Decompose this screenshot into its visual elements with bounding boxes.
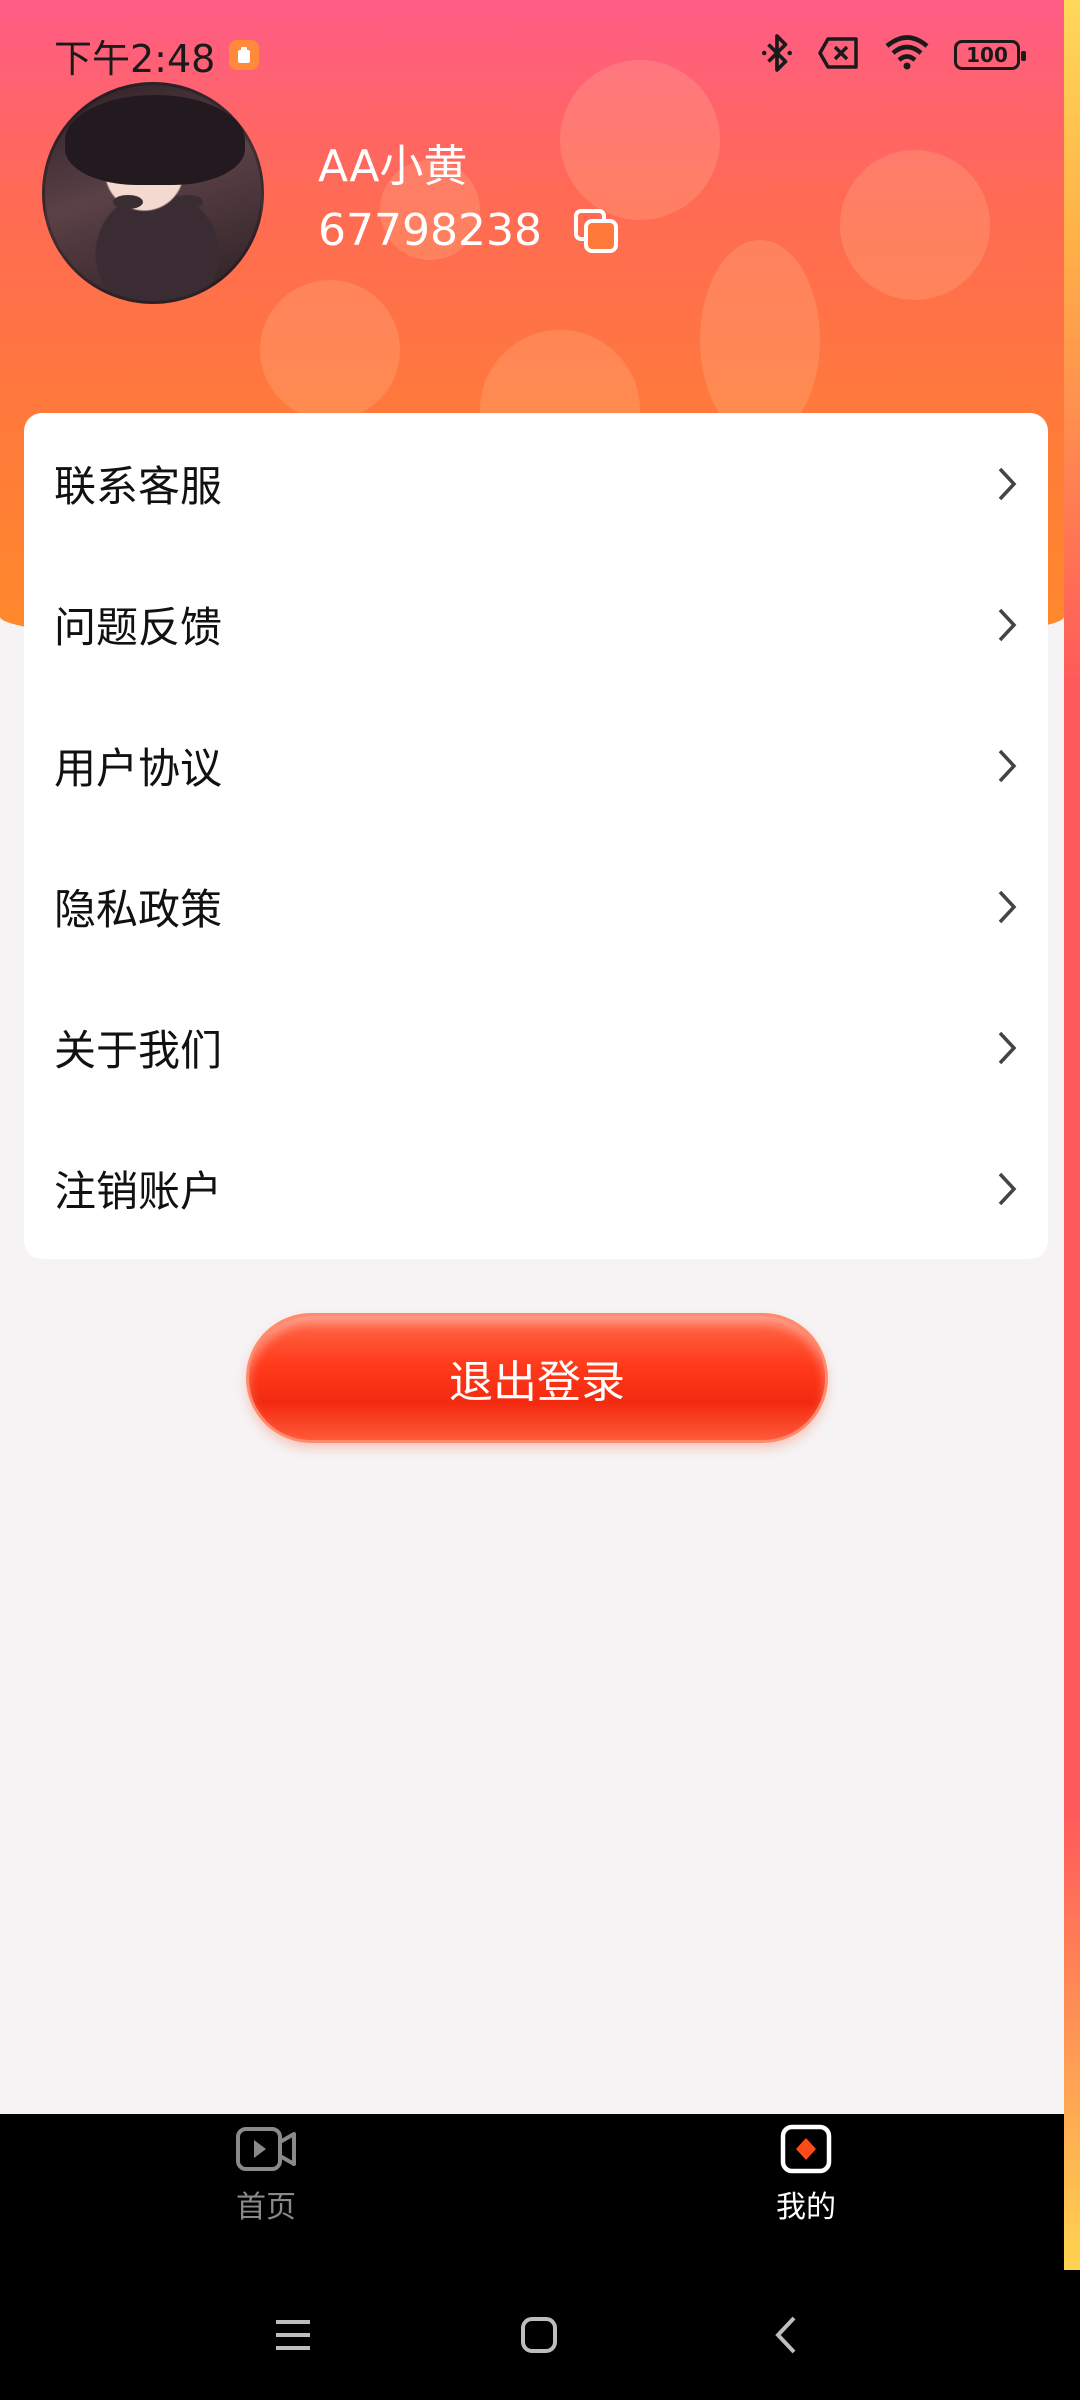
- battery-icon: 100: [954, 40, 1026, 70]
- menu-item-label: 联系客服: [54, 462, 223, 511]
- chevron-right-icon: [994, 1027, 1020, 1069]
- status-time: 下午2:48: [54, 36, 216, 81]
- bluetooth-icon: [760, 33, 794, 77]
- chevron-right-icon: [994, 745, 1020, 787]
- menu-item-label: 关于我们: [54, 1026, 223, 1075]
- username: AA小黄: [318, 141, 468, 192]
- settings-menu: 联系客服 问题反馈 用户协议 隐私政策 关于我们 注销账户: [24, 413, 1048, 1259]
- menu-item-label: 注销账户: [54, 1167, 223, 1216]
- menu-item-delete-account[interactable]: 注销账户: [24, 1118, 1048, 1259]
- copy-icon[interactable]: [572, 207, 620, 255]
- chevron-right-icon: [994, 463, 1020, 505]
- menu-item-about-us[interactable]: 关于我们: [24, 977, 1048, 1118]
- user-id: 67798238: [318, 205, 542, 256]
- chevron-right-icon: [994, 886, 1020, 928]
- menu-icon[interactable]: [268, 2310, 318, 2360]
- bottom-tab-bar: 首页 我的: [0, 2114, 1064, 2274]
- logout-label: 退出登录: [449, 1357, 625, 1408]
- sim-off-icon: [818, 36, 860, 74]
- profile-diamond-icon: [780, 2124, 832, 2178]
- system-nav-bar: [0, 2270, 1080, 2400]
- menu-item-label: 隐私政策: [54, 885, 223, 934]
- menu-item-label: 用户协议: [54, 744, 223, 793]
- menu-item-privacy-policy[interactable]: 隐私政策: [24, 836, 1048, 977]
- menu-item-feedback[interactable]: 问题反馈: [24, 554, 1048, 695]
- chevron-right-icon: [994, 1168, 1020, 1210]
- tab-label: 首页: [236, 2190, 296, 2225]
- user-id-row: 67798238: [318, 205, 620, 256]
- chevron-right-icon: [994, 604, 1020, 646]
- menu-item-user-agreement[interactable]: 用户协议: [24, 695, 1048, 836]
- profile-screen: 下午2:48 100 AA小黄 67798238 联系客服 问题反馈 用户协议 …: [0, 0, 1080, 2400]
- video-icon: [235, 2124, 297, 2178]
- tab-mine[interactable]: 我的: [726, 2124, 886, 2226]
- tab-home[interactable]: 首页: [186, 2124, 346, 2226]
- avatar[interactable]: [42, 82, 264, 304]
- side-decoration: [1064, 0, 1080, 2270]
- battery-level: 100: [966, 43, 1008, 67]
- notification-icon: [229, 40, 260, 70]
- tab-label: 我的: [776, 2190, 836, 2225]
- menu-item-customer-service[interactable]: 联系客服: [24, 413, 1048, 554]
- wifi-icon: [884, 35, 930, 75]
- back-icon[interactable]: [762, 2310, 812, 2360]
- home-icon[interactable]: [514, 2310, 564, 2360]
- menu-item-label: 问题反馈: [54, 603, 223, 652]
- logout-button[interactable]: 退出登录: [246, 1313, 828, 1443]
